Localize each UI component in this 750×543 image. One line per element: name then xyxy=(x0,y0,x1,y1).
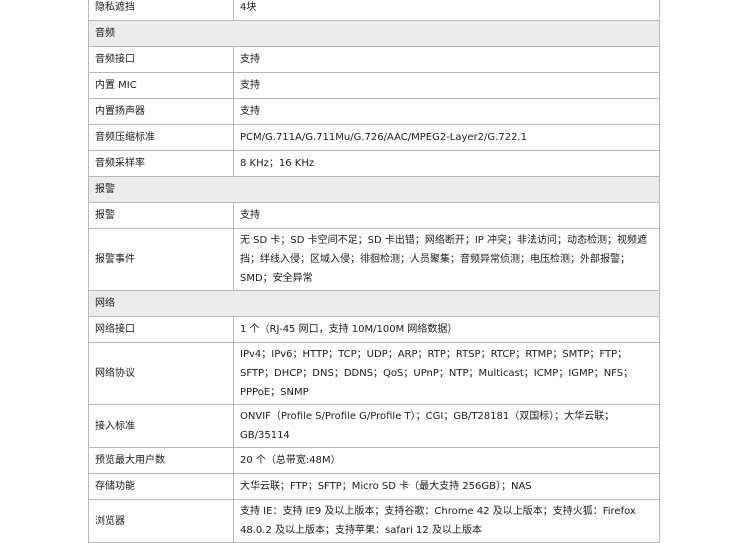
table-row: 内置扬声器 支持 xyxy=(88,98,660,125)
table-row: 报警 支持 xyxy=(88,202,660,229)
spec-key: 内置 MIC xyxy=(88,72,234,99)
table-row: 网络协议 IPv4；IPv6；HTTP；TCP；UDP；ARP；RTP；RTSP… xyxy=(88,342,660,405)
table-row: 音频采样率 8 KHz；16 KHz xyxy=(88,150,660,177)
section-title: 网络 xyxy=(88,290,660,317)
spec-value: 支持 xyxy=(233,46,660,73)
spec-value: IPv4；IPv6；HTTP；TCP；UDP；ARP；RTP；RTSP；RTCP… xyxy=(233,342,660,405)
table-row: 内置 MIC 支持 xyxy=(88,72,660,99)
section-title: 报警 xyxy=(88,176,660,203)
spec-key: 内置扬声器 xyxy=(88,98,234,125)
spec-key: 隐私遮挡 xyxy=(88,0,234,21)
spec-key: 报警事件 xyxy=(88,228,234,291)
table-row: 预览最大用户数 20 个（总带宽:48M） xyxy=(88,447,660,474)
spec-value: 8 KHz；16 KHz xyxy=(233,150,660,177)
section-row-alarm: 报警 xyxy=(88,176,660,203)
section-row-audio: 音频 xyxy=(88,20,660,47)
spec-key: 音频压缩标准 xyxy=(88,124,234,151)
table-row: 存储功能 大华云联；FTP；SFTP；Micro SD 卡（最大支持 256GB… xyxy=(88,473,660,500)
table-row: 接入标准 ONVIF（Profile S/Profile G/Profile T… xyxy=(88,404,660,448)
spec-value: 4块 xyxy=(233,0,660,21)
spec-value: 支持 xyxy=(233,202,660,229)
spec-key: 预览最大用户数 xyxy=(88,447,234,474)
table-row: 隐私遮挡 4块 xyxy=(88,0,660,21)
spec-value: 无 SD 卡；SD 卡空间不足；SD 卡出错；网络断开；IP 冲突；非法访问；动… xyxy=(233,228,660,291)
spec-key: 接入标准 xyxy=(88,404,234,448)
spec-value: PCM/G.711A/G.711Mu/G.726/AAC/MPEG2-Layer… xyxy=(233,124,660,151)
spec-value: 支持 xyxy=(233,98,660,125)
section-row-network: 网络 xyxy=(88,290,660,317)
table-row: 音频接口 支持 xyxy=(88,46,660,73)
spec-value: 20 个（总带宽:48M） xyxy=(233,447,660,474)
spec-value: 1 个（RJ-45 网口，支持 10M/100M 网络数据） xyxy=(233,316,660,343)
table-row: 报警事件 无 SD 卡；SD 卡空间不足；SD 卡出错；网络断开；IP 冲突；非… xyxy=(88,228,660,291)
table-row: 音频压缩标准 PCM/G.711A/G.711Mu/G.726/AAC/MPEG… xyxy=(88,124,660,151)
table-row: 浏览器 支持 IE：支持 IE9 及以上版本；支持谷歌：Chrome 42 及以… xyxy=(88,499,660,543)
spec-key: 网络协议 xyxy=(88,342,234,405)
spec-value: 大华云联；FTP；SFTP；Micro SD 卡（最大支持 256GB）；NAS xyxy=(233,473,660,500)
spec-value: 支持 xyxy=(233,72,660,99)
section-title: 音频 xyxy=(88,20,660,47)
table-row: 网络接口 1 个（RJ-45 网口，支持 10M/100M 网络数据） xyxy=(88,316,660,343)
spec-value: ONVIF（Profile S/Profile G/Profile T）；CGI… xyxy=(233,404,660,448)
spec-key: 音频采样率 xyxy=(88,150,234,177)
spec-table: 隐私遮挡 4块 音频 音频接口 支持 内置 MIC 支持 内置扬声器 支持 音频… xyxy=(88,0,660,543)
spec-key: 网络接口 xyxy=(88,316,234,343)
spec-key: 存储功能 xyxy=(88,473,234,500)
spec-key: 报警 xyxy=(88,202,234,229)
spec-value: 支持 IE：支持 IE9 及以上版本；支持谷歌：Chrome 42 及以上版本；… xyxy=(233,499,660,543)
spec-key: 浏览器 xyxy=(88,499,234,543)
spec-key: 音频接口 xyxy=(88,46,234,73)
